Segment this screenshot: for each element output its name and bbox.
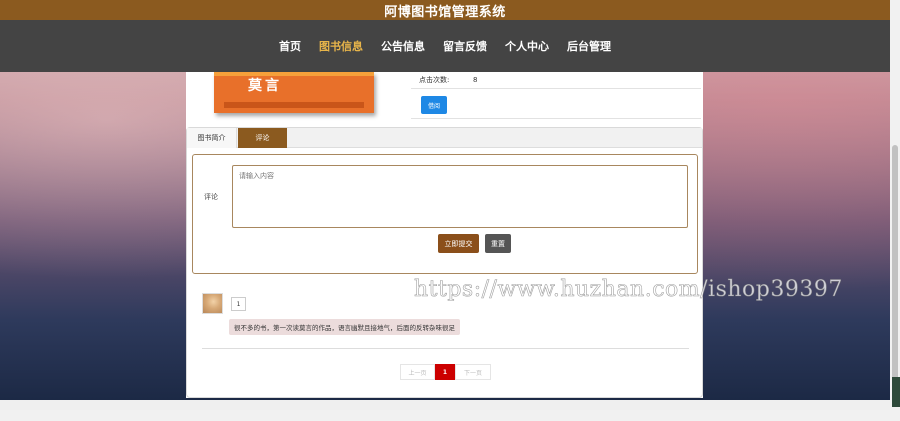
tab-comments[interactable]: 评论 [238,128,287,148]
cover-title: 莫言 [248,78,282,94]
book-cover-image: 莫言 [214,72,374,113]
comment-username: 1 [231,297,246,311]
current-page-button[interactable]: 1 [435,364,455,380]
comments-divider [202,348,689,349]
book-info-area: 莫言 点击次数: 8 借阅 [186,72,703,126]
reset-button[interactable]: 重置 [485,234,511,253]
avatar [202,293,223,314]
nav-item-feedback[interactable]: 留言反馈 [442,38,488,54]
side-widget-icon[interactable] [892,377,900,407]
nav-item-admin[interactable]: 后台管理 [566,38,612,54]
main-nav: 首页 图书信息 公告信息 留言反馈 个人中心 后台管理 [0,20,890,72]
info-divider [411,118,701,119]
nav-item-notices[interactable]: 公告信息 [380,38,426,54]
pagination: 上一页 1 下一页 [400,364,491,380]
click-count-row: 点击次数: 8 [411,72,701,89]
cover-stripe [214,72,374,76]
cover-band [224,102,364,108]
submit-button[interactable]: 立即提交 [438,234,479,253]
watermark-text: https://www.huzhan.com/ishop39397 [414,277,843,303]
comment-label: 评论 [204,193,218,201]
scrollbar-thumb[interactable] [892,145,898,407]
click-count-label: 点击次数: [419,76,450,84]
site-title: 阿博图书馆管理系统 [0,0,890,20]
tab-book-intro[interactable]: 图书简介 [187,128,237,148]
comment-form: 评论 立即提交 重置 [192,154,698,274]
nav-item-books[interactable]: 图书信息 [318,38,364,54]
next-page-button[interactable]: 下一页 [455,364,491,380]
nav-item-profile[interactable]: 个人中心 [504,38,550,54]
borrow-button[interactable]: 借阅 [421,96,447,114]
tab-bar: 图书简介 评论 [187,128,702,148]
book-detail-panel: 莫言 点击次数: 8 借阅 图书简介 评论 评论 立即提交 重置 1 很不多的书… [186,72,703,398]
comment-text: 很不多的书，第一次读莫言的作品，语言幽默且接地气，后面的反转杂味很足 [229,319,460,335]
page-bottom-strip [0,400,890,410]
prev-page-button[interactable]: 上一页 [400,364,435,380]
click-count-value: 8 [473,76,478,84]
comment-input[interactable] [232,165,688,228]
horizontal-scrollbar[interactable] [0,410,900,421]
nav-item-home[interactable]: 首页 [278,38,302,54]
tab-panel: 图书简介 评论 评论 立即提交 重置 1 很不多的书，第一次读莫言的作品，语言幽… [186,127,703,398]
